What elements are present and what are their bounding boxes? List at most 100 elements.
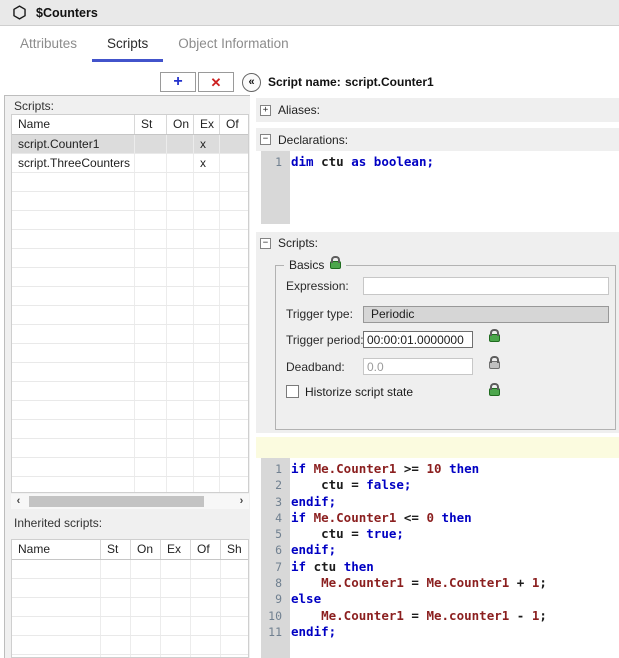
cell (135, 439, 167, 457)
code-line[interactable]: 6endif; (261, 542, 619, 558)
declarations-section-header[interactable]: − Declarations: (256, 128, 619, 151)
cell (135, 249, 167, 267)
line-number: 3 (261, 494, 286, 510)
code-line[interactable]: 4if Me.Counter1 <= 0 then (261, 510, 619, 526)
scripts-list-panel: Scripts: NameStOnExOfscript.Counter1xscr… (4, 95, 250, 658)
aliases-section-header[interactable]: + Aliases: (256, 98, 619, 122)
historize-checkbox[interactable] (286, 385, 299, 398)
cell (131, 560, 161, 578)
cell (12, 598, 101, 616)
basics-title: Basics (289, 258, 324, 272)
script-row[interactable]: script.Counter1x (12, 135, 248, 154)
column-header[interactable]: On (131, 540, 161, 559)
code-line[interactable]: 8 Me.Counter1 = Me.Counter1 + 1; (261, 575, 619, 591)
code-line[interactable]: 2 ctu = false; (261, 477, 619, 493)
cell (191, 560, 221, 578)
column-header[interactable]: Of (220, 115, 249, 134)
cell (12, 287, 135, 305)
cell (220, 344, 249, 362)
code-line[interactable]: 1if Me.Counter1 >= 10 then (261, 461, 619, 477)
delete-script-button[interactable]: ✕ (198, 72, 234, 92)
lock-icon[interactable] (489, 361, 500, 369)
cell (221, 598, 249, 616)
code-line[interactable]: 10 Me.Counter1 = Me.counter1 - 1; (261, 608, 619, 624)
collapse-declarations-icon[interactable]: − (260, 134, 271, 145)
lock-icon[interactable] (489, 388, 500, 396)
column-header[interactable]: Sh (221, 540, 249, 559)
script-row[interactable]: script.ThreeCountersx (12, 154, 248, 173)
scripts-section-header[interactable]: − Scripts: (256, 232, 619, 254)
empty-row (12, 439, 248, 458)
column-header[interactable]: On (167, 115, 194, 134)
column-header[interactable]: Ex (161, 540, 191, 559)
scroll-left-icon[interactable]: ‹ (11, 494, 26, 509)
cell (135, 477, 167, 493)
expand-aliases-icon[interactable]: + (260, 105, 271, 116)
cell (194, 401, 220, 419)
line-number: 6 (261, 542, 286, 558)
lock-icon[interactable] (489, 334, 500, 342)
scrollbar-thumb[interactable] (29, 496, 204, 507)
cell: script.ThreeCounters (12, 154, 135, 172)
cell (167, 211, 194, 229)
cell (194, 325, 220, 343)
cell (220, 249, 249, 267)
cell (12, 192, 135, 210)
collapse-panel-button[interactable]: « (242, 73, 261, 92)
cell (131, 579, 161, 597)
empty-row (12, 560, 248, 579)
cell (12, 230, 135, 248)
declarations-label: Declarations: (278, 133, 348, 147)
code-line[interactable]: 5 ctu = true; (261, 526, 619, 542)
column-header[interactable]: St (101, 540, 131, 559)
deadband-input[interactable] (363, 358, 473, 375)
trigger-type-field-row: Trigger type: Periodic (286, 305, 609, 323)
trigger-period-input[interactable] (363, 331, 473, 348)
script-body-editor[interactable]: 1if Me.Counter1 >= 10 then2 ctu = false;… (261, 458, 619, 658)
cell (194, 249, 220, 267)
cell (220, 287, 249, 305)
lock-icon[interactable] (330, 261, 341, 269)
empty-row (12, 598, 248, 617)
cell (220, 268, 249, 286)
code-line[interactable]: 9else (261, 591, 619, 607)
cell (131, 636, 161, 654)
code-line[interactable]: 11endif; (261, 624, 619, 640)
cell (167, 325, 194, 343)
column-header[interactable]: Ex (194, 115, 220, 134)
cell (12, 268, 135, 286)
cell (135, 363, 167, 381)
horizontal-scrollbar[interactable]: ‹ › (11, 494, 249, 509)
cell (220, 477, 249, 493)
empty-row (12, 173, 248, 192)
cell (220, 363, 249, 381)
cell (167, 344, 194, 362)
tab-scripts[interactable]: Scripts (92, 26, 163, 62)
declarations-editor[interactable]: 1dim ctu as boolean; (261, 151, 619, 224)
cell (194, 420, 220, 438)
column-header[interactable]: Of (191, 540, 221, 559)
add-script-button[interactable]: + (160, 72, 196, 92)
tab-object-information[interactable]: Object Information (163, 26, 303, 62)
trigger-type-dropdown[interactable]: Periodic (363, 306, 609, 323)
deadband-label: Deadband: (286, 360, 363, 374)
declarations-code[interactable]: 1dim ctu as boolean; (261, 151, 619, 170)
empty-row (12, 401, 248, 420)
tab-attributes[interactable]: Attributes (5, 26, 92, 62)
scripts-table: NameStOnExOfscript.Counter1xscript.Three… (11, 114, 249, 493)
window-title: $Counters (36, 6, 98, 20)
column-header[interactable]: St (135, 115, 167, 134)
cell (167, 192, 194, 210)
code-line[interactable]: 1dim ctu as boolean; (261, 154, 619, 170)
collapse-scripts-icon[interactable]: − (260, 238, 271, 249)
code-line[interactable]: 7if ctu then (261, 559, 619, 575)
column-header[interactable]: Name (12, 115, 135, 134)
cell (220, 382, 249, 400)
code-line[interactable]: 3endif; (261, 494, 619, 510)
column-header[interactable]: Name (12, 540, 101, 559)
expression-input[interactable] (363, 277, 609, 295)
empty-row (12, 268, 248, 287)
script-body-code[interactable]: 1if Me.Counter1 >= 10 then2 ctu = false;… (261, 458, 619, 640)
scroll-right-icon[interactable]: › (234, 494, 249, 509)
cell (167, 420, 194, 438)
